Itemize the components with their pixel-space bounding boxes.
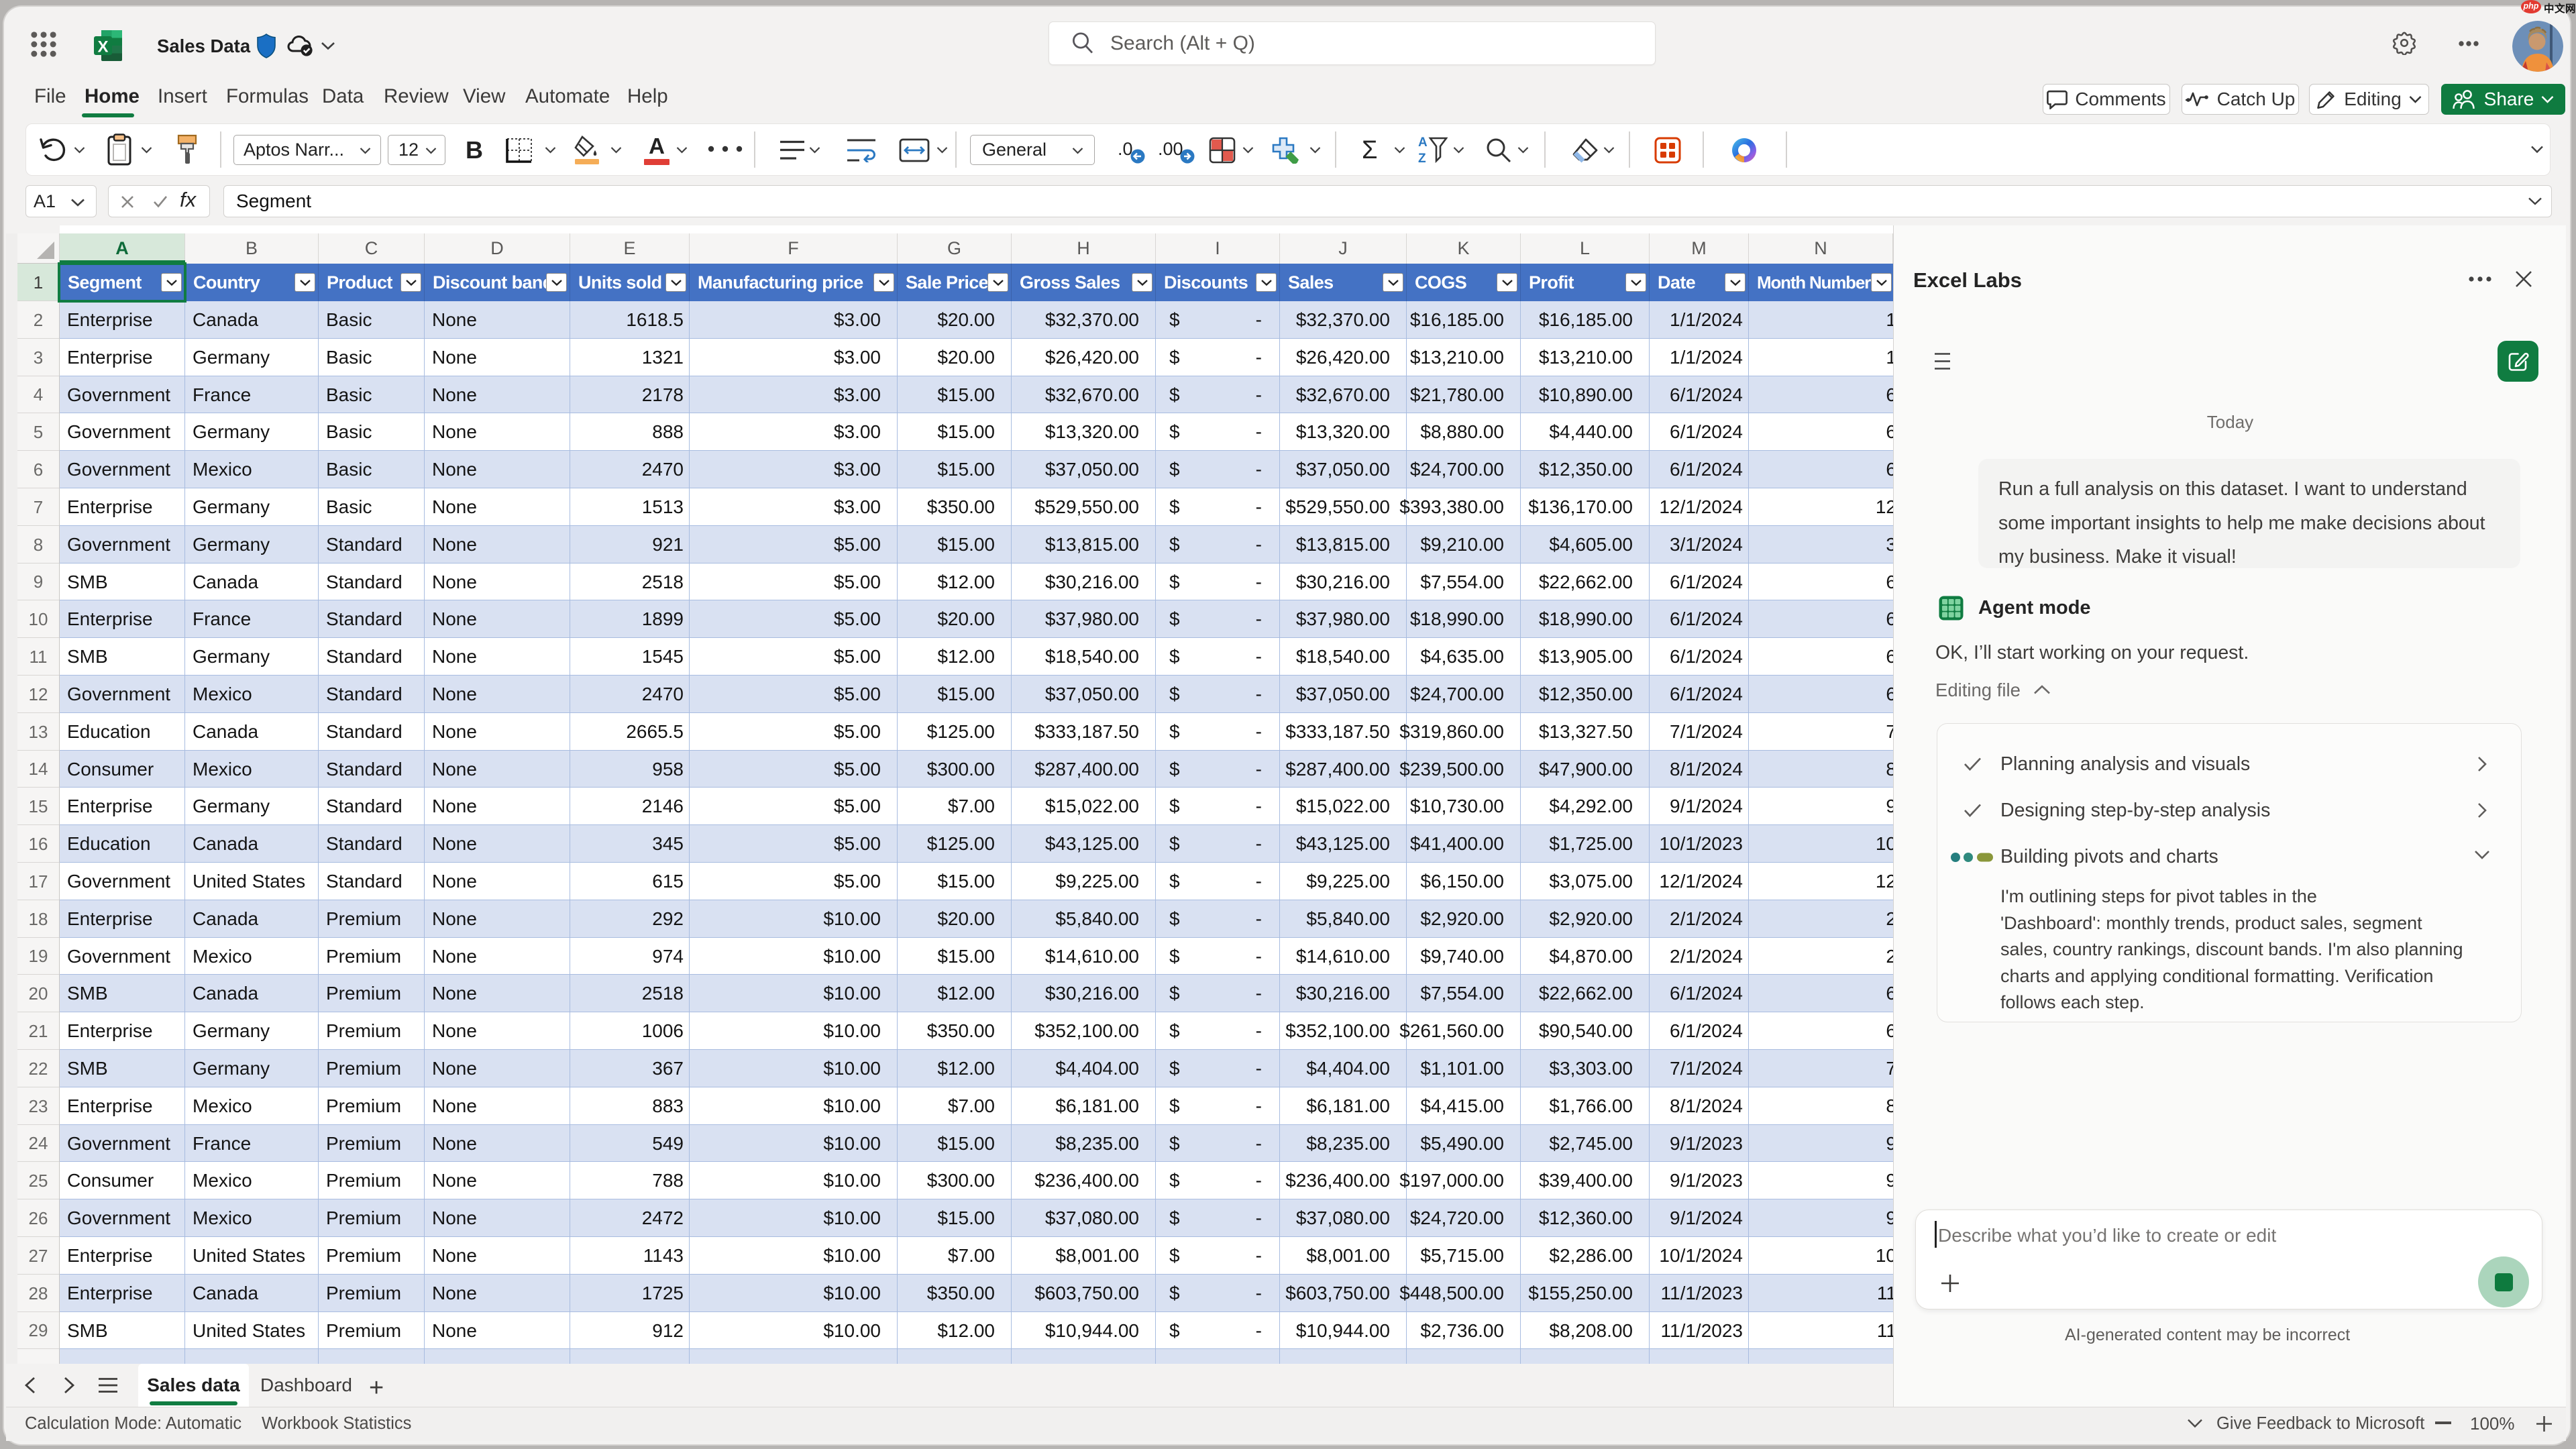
svg-text:A: A — [1418, 136, 1428, 150]
svg-text:Z: Z — [1418, 152, 1426, 165]
svg-text:X: X — [97, 38, 108, 56]
svg-text:.0: .0 — [1118, 139, 1133, 159]
svg-text:.00: .00 — [1158, 139, 1183, 159]
